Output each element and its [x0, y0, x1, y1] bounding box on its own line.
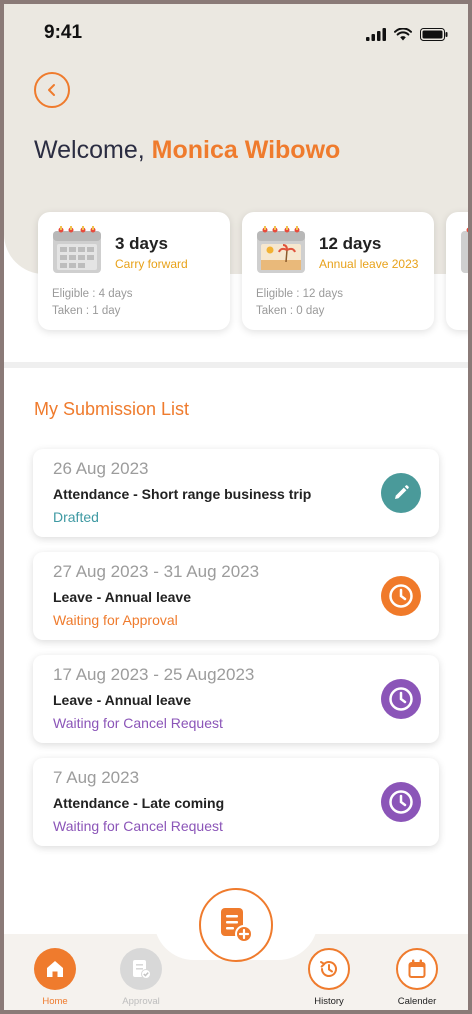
approval-icon [133, 960, 151, 979]
leave-card-carry-forward[interactable]: 3 days Carry forward Eligible : 4 days T… [38, 212, 230, 330]
submission-status: Waiting for Cancel Request [53, 818, 223, 834]
status-time: 9:41 [44, 22, 83, 43]
nav-home-label: Home [42, 996, 68, 1007]
taken-text: Taken : 0 day [256, 305, 325, 317]
add-document-icon [221, 908, 253, 943]
leave-type: Annual leave 2023 [319, 257, 419, 271]
leave-days: 3 days [115, 234, 168, 253]
nav-home-circle [34, 948, 76, 990]
submission-date: 17 Aug 2023 - 25 Aug2023 [53, 665, 255, 684]
status-icons [366, 28, 448, 41]
pending-status-button[interactable] [381, 782, 421, 822]
section-divider [4, 362, 468, 368]
calendar-icon [53, 226, 101, 273]
leave-type: Carry forward [115, 257, 188, 271]
submission-date: 7 Aug 2023 [53, 768, 140, 787]
pending-status-button[interactable] [381, 679, 421, 719]
beach-calendar-icon [257, 226, 305, 273]
nav-history-label: History [314, 996, 344, 1007]
nav-approval-label: Approval [122, 996, 160, 1007]
back-button[interactable] [34, 72, 70, 108]
submission-date: 26 Aug 2023 [53, 459, 149, 478]
user-name: Monica Wibowo [151, 136, 341, 164]
leave-card-annual[interactable]: 12 days Annual leave 2023 Eligible : 12 … [242, 212, 434, 330]
eligible-text: Eligible : 12 days [256, 288, 343, 300]
pending-status-button[interactable] [381, 576, 421, 616]
welcome-prefix: Welcome, [34, 136, 152, 164]
leave-cards-carousel[interactable]: 3 days Carry forward Eligible : 4 days T… [38, 212, 468, 332]
eligible-text: Eligible : 4 days [52, 288, 133, 300]
submission-title: Leave - Annual leave [53, 692, 191, 708]
wifi-icon [394, 28, 412, 41]
submission-item[interactable]: 26 Aug 2023 Attendance - Short range bus… [33, 449, 439, 537]
submission-item[interactable]: 27 Aug 2023 - 31 Aug 2023 Leave - Annual… [33, 552, 439, 640]
edit-button[interactable] [381, 473, 421, 513]
signal-icon [366, 28, 386, 41]
home-icon [47, 961, 63, 977]
status-bar: 9:41 [4, 22, 468, 52]
new-submission-button[interactable] [199, 888, 273, 962]
nav-calendar-label: Calender [397, 996, 437, 1007]
submission-list-title: My Submission List [34, 399, 190, 419]
nav-calendar-circle [396, 948, 438, 990]
history-icon [320, 961, 337, 977]
calendar-icon [461, 227, 468, 273]
chevron-left-icon [48, 84, 55, 96]
clock-icon [389, 584, 413, 608]
clock-icon [389, 790, 413, 814]
submission-title: Attendance - Late coming [53, 795, 225, 811]
submission-status: Drafted [53, 509, 99, 525]
edit-icon [395, 485, 409, 499]
leave-days: 12 days [319, 234, 382, 253]
submission-title: Attendance - Short range business trip [53, 486, 312, 502]
nav-history[interactable]: History [294, 948, 364, 1007]
submission-title: Leave - Annual leave [53, 589, 191, 605]
nav-approval[interactable]: Approval [106, 948, 176, 1007]
leave-card-partial[interactable] [446, 212, 468, 330]
submission-status: Waiting for Approval [53, 612, 178, 628]
nav-history-circle [308, 948, 350, 990]
submission-status: Waiting for Cancel Request [53, 715, 223, 731]
nav-home[interactable]: Home [20, 948, 90, 1007]
nav-approval-circle [120, 948, 162, 990]
submission-item[interactable]: 7 Aug 2023 Attendance - Late coming Wait… [33, 758, 439, 846]
submission-date: 27 Aug 2023 - 31 Aug 2023 [53, 562, 260, 581]
welcome-heading: Welcome, Monica Wibowo [34, 136, 340, 165]
nav-calendar[interactable]: Calender [382, 948, 452, 1007]
calendar-icon [408, 959, 426, 978]
app-screen: 9:41 Welcome, Monica Wibowo 3 days Carry… [4, 4, 468, 1010]
battery-icon [420, 28, 448, 41]
clock-icon [389, 687, 413, 711]
submission-item[interactable]: 17 Aug 2023 - 25 Aug2023 Leave - Annual … [33, 655, 439, 743]
taken-text: Taken : 1 day [52, 305, 121, 317]
